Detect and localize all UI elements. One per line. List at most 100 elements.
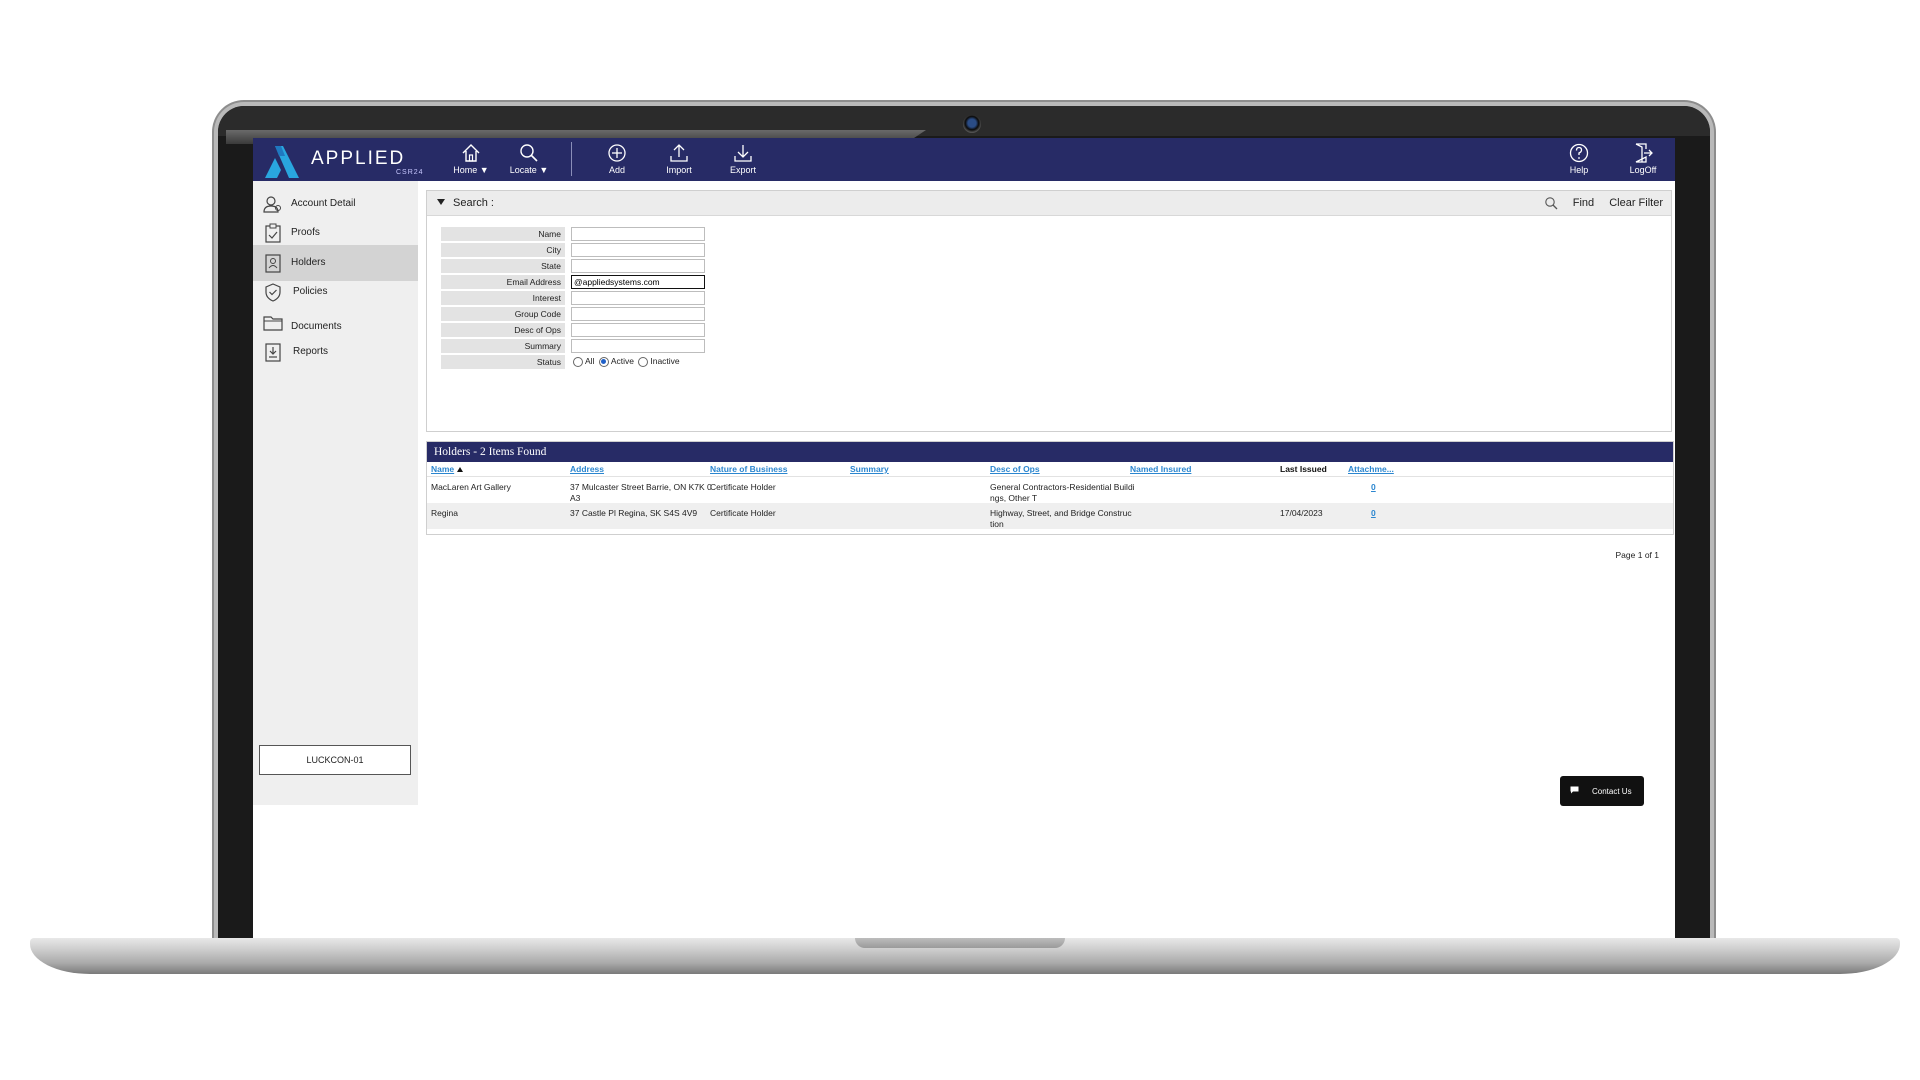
contact-us-label: Contact Us [1592,787,1632,796]
import-button[interactable]: Import [651,140,707,180]
brand-subtitle: CSR24 [396,169,424,176]
state-label: State [441,259,565,273]
column-header-address[interactable]: Address [570,464,604,474]
status-active-radio[interactable] [598,356,609,367]
name-label: Name [441,227,565,241]
search-icon [520,144,538,162]
home-menu-button[interactable]: Home ▼ [443,140,499,180]
email-input[interactable] [571,275,705,289]
applied-logo-mark-icon [265,146,299,178]
search-title: Search : [453,197,494,209]
report-icon [265,343,281,362]
user-account-box[interactable]: LUCKCON-01 [259,745,411,775]
table-header-row: Name Address Nature of Business Summary … [427,462,1673,477]
add-circle-icon [608,144,626,162]
shield-icon [265,283,281,302]
sidebar-item-policies[interactable]: Policies [253,274,418,310]
home-label: Home [453,165,478,175]
column-header-named-insured[interactable]: Named Insured [1130,464,1191,474]
pagination-text: Page 1 of 1 [1615,550,1659,560]
cell-desc-of-ops: General Contractors-Residential Buildi ng… [990,482,1135,503]
status-label: Status [441,355,565,369]
sidebar-item-label: Account Detail [291,198,356,209]
summary-label: Summary [441,339,565,353]
status-inactive-label: Inactive [650,356,680,366]
table-row[interactable]: Regina 37 Castle Pl Regina, SK S4S 4V9 C… [427,503,1673,529]
webcam [963,115,981,133]
download-icon [734,145,752,162]
app-screen: APPLIED CSR24 Home ▼ Locate ▼ Add Import… [253,138,1675,938]
sidebar: Account Detail Proofs Holders Policies D… [253,181,418,805]
cell-attachments-link[interactable]: 0 [1371,508,1376,519]
add-button[interactable]: Add [589,140,645,180]
status-active-label: Active [610,356,634,366]
summary-input[interactable] [571,339,705,353]
collapse-caret-icon[interactable] [437,199,445,205]
city-label: City [441,243,565,257]
find-button[interactable]: Find [1573,197,1594,209]
cell-name: MacLaren Art Gallery [431,482,511,492]
laptop-notch [855,938,1065,948]
contact-us-button[interactable]: Contact Us [1560,776,1644,806]
export-button[interactable]: Export [715,140,771,180]
column-header-last-issued: Last Issued [1280,464,1327,474]
status-all-radio[interactable] [573,356,583,367]
sidebar-item-label: Proofs [291,227,320,238]
email-label: Email Address [441,275,565,289]
interest-input[interactable] [571,291,705,305]
sidebar-item-reports[interactable]: Reports [253,334,418,370]
top-nav-bar: APPLIED CSR24 Home ▼ Locate ▼ Add Import… [253,138,1675,181]
logout-icon [1635,143,1653,163]
brand-name: APPLIED [311,148,406,169]
column-header-nature-of-business[interactable]: Nature of Business [710,464,787,474]
status-radio-group: All Active Inactive [571,356,680,367]
holders-results-table: Holders - 2 Items Found Name Address Nat… [426,441,1674,535]
cell-address: 37 Castle Pl Regina, SK S4S 4V9 [570,508,698,518]
logoff-label: LogOff [1629,165,1657,175]
add-label: Add [608,165,625,175]
cell-nature: Certificate Holder [710,508,776,518]
results-title: Holders - 2 Items Found [434,446,547,458]
desc-of-ops-label: Desc of Ops [441,323,565,337]
cell-nature: Certificate Holder [710,482,776,492]
group-code-input[interactable] [571,307,705,321]
city-input[interactable] [571,243,705,257]
upload-icon [670,144,688,162]
column-header-summary[interactable]: Summary [850,464,889,474]
chevron-down-icon: ▼ [539,165,549,175]
sidebar-item-label: Reports [293,346,329,357]
name-input[interactable] [571,227,705,241]
cell-attachments-link[interactable]: 0 [1371,482,1376,493]
locate-menu-button[interactable]: Locate ▼ [501,140,557,180]
results-header: Holders - 2 Items Found [427,442,1673,462]
search-icon[interactable] [1544,196,1558,210]
table-row[interactable]: MacLaren Art Gallery 37 Mulcaster Street… [427,477,1673,503]
column-header-attachments[interactable]: Attachme... [1348,464,1394,474]
folder-icon [263,316,283,331]
search-actions: Find Clear Filter [1544,196,1663,210]
column-header-name[interactable]: Name [431,464,464,474]
search-header[interactable]: Search : Find Clear Filter [427,191,1671,216]
account-icon [263,196,281,213]
help-button[interactable]: Help [1551,140,1607,180]
help-icon [1569,143,1589,163]
desc-of-ops-input[interactable] [571,323,705,337]
applied-logo[interactable]: APPLIED CSR24 [261,142,424,178]
locate-label: Locate [509,165,537,175]
logoff-button[interactable]: LogOff [1615,140,1671,180]
holder-icon [265,254,281,273]
toolbar-divider [571,142,572,176]
clear-filter-button[interactable]: Clear Filter [1609,197,1663,209]
status-inactive-radio[interactable] [638,356,649,367]
cell-last-issued: 17/04/2023 [1280,508,1323,518]
search-panel: Search : Find Clear Filter Name City Sta… [426,190,1672,432]
cell-name: Regina [431,508,458,518]
state-input[interactable] [571,259,705,273]
sort-asc-icon [457,467,464,473]
import-label: Import [666,165,692,175]
sidebar-item-label: Holders [291,257,326,268]
column-header-desc-of-ops[interactable]: Desc of Ops [990,464,1040,474]
chat-bubble-icon [1570,786,1579,794]
sidebar-item-label: Documents [291,321,342,332]
export-label: Export [729,165,756,175]
